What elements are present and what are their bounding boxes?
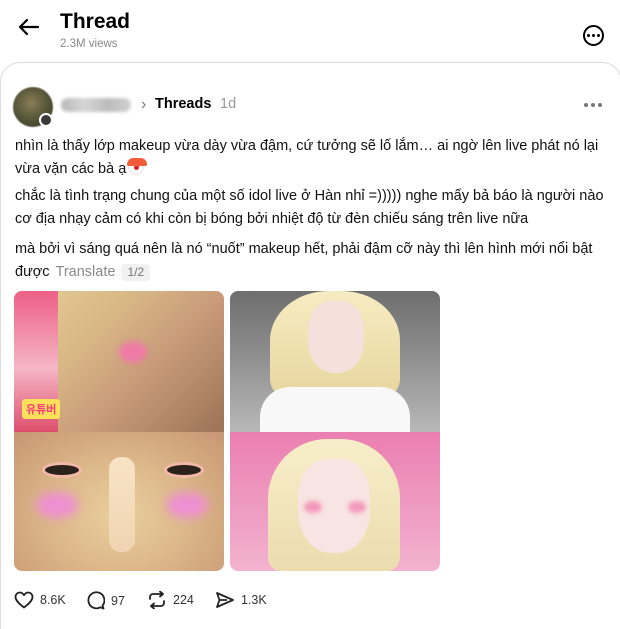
right-eye xyxy=(164,462,204,478)
left-blush xyxy=(304,501,322,513)
post-paragraph-1: nhìn là thấy lớp makeup vừa dày vừa đậm,… xyxy=(15,138,599,177)
repost-button[interactable]: 224 xyxy=(147,591,194,609)
heart-icon xyxy=(14,591,34,609)
left-blush xyxy=(36,492,78,518)
face xyxy=(308,301,364,373)
comment-icon xyxy=(87,591,105,610)
page-title: Thread xyxy=(60,10,131,33)
avatar-badge xyxy=(39,113,53,127)
post-more-icon[interactable] xyxy=(584,103,602,107)
thread-post: › Threads 1d nhìn là thấy lớp makeup vừa… xyxy=(0,62,620,629)
share-count: 1.3K xyxy=(241,593,267,607)
post-paragraph-3: mà bởi vì sáng quá nên là nó “nuốt” make… xyxy=(15,241,593,281)
view-count: 2.3M views xyxy=(60,38,118,50)
top-bar: Thread 2.3M views xyxy=(0,0,620,60)
image-caption-tag: 유튜버 xyxy=(22,399,61,419)
source-name[interactable]: Threads xyxy=(155,96,211,112)
white-outfit xyxy=(260,387,410,432)
share-button[interactable]: 1.3K xyxy=(215,591,267,609)
right-blush xyxy=(166,492,208,518)
translate-link[interactable]: Translate xyxy=(56,264,116,280)
post-image-2[interactable] xyxy=(230,291,440,571)
action-bar: 8.6K 97 224 1.3K xyxy=(1,587,620,617)
more-options-icon[interactable] xyxy=(583,25,604,46)
username-redacted[interactable] xyxy=(61,98,131,112)
clown-face-icon xyxy=(127,158,148,175)
post-time: 1d xyxy=(220,96,237,112)
blush-mark xyxy=(119,341,147,363)
back-arrow-icon xyxy=(18,18,40,36)
repost-count: 224 xyxy=(173,593,194,607)
like-count: 8.6K xyxy=(40,593,66,607)
chevron-right-icon: › xyxy=(141,96,147,113)
repost-icon xyxy=(149,591,165,609)
share-icon xyxy=(216,592,234,608)
back-button[interactable] xyxy=(16,14,42,40)
right-blush xyxy=(348,501,366,513)
nose-highlight xyxy=(109,457,135,552)
like-button[interactable]: 8.6K xyxy=(14,591,66,609)
comment-count: 97 xyxy=(111,593,125,608)
left-eye xyxy=(42,462,82,478)
comment-button[interactable]: 97 xyxy=(86,591,125,610)
post-image-1[interactable]: 유튜버 xyxy=(14,291,224,571)
post-paragraph-2: chắc là tình trạng chung của một số idol… xyxy=(15,188,604,227)
page-indicator: 1/2 xyxy=(121,264,151,281)
